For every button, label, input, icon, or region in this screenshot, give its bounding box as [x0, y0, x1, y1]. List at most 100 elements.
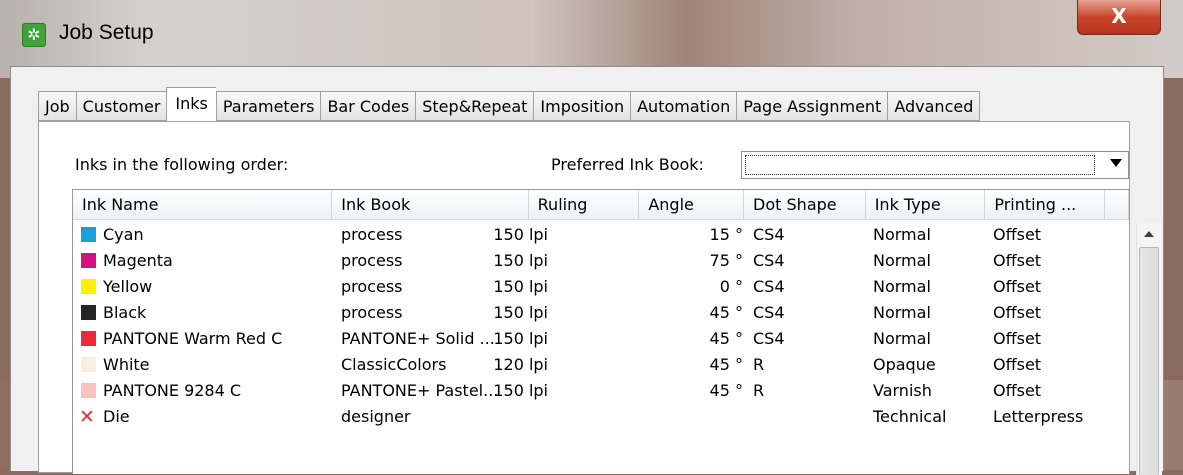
- column-header-ink-name[interactable]: Ink Name: [73, 190, 333, 220]
- cell-angle: 75 °: [709, 251, 743, 270]
- cell-ruling: 120 lpi: [493, 355, 548, 374]
- cell-book: PANTONE+ Pastel...: [341, 381, 499, 400]
- window-title: Job Setup: [59, 21, 154, 44]
- cell-angle: 45 °: [709, 303, 743, 322]
- cell-angle: 45 °: [709, 381, 743, 400]
- table-row[interactable]: Cyan process 150 lpi 15 ° CS4 Normal Offset: [73, 222, 1103, 248]
- scroll-thumb[interactable]: [1139, 247, 1159, 475]
- cell-name: White: [103, 355, 150, 374]
- cell-angle: 45 °: [709, 329, 743, 348]
- cell-name: Black: [103, 303, 147, 322]
- cell-name: PANTONE 9284 C: [103, 381, 242, 400]
- close-button[interactable]: X: [1077, 0, 1161, 35]
- tab-imposition[interactable]: Imposition: [533, 91, 631, 121]
- cell-printing: Offset: [993, 355, 1042, 374]
- cell-printing: Offset: [993, 251, 1042, 270]
- column-header-ink-book[interactable]: Ink Book: [332, 190, 529, 220]
- app-gear-icon: ✲: [22, 23, 46, 47]
- tab-automation[interactable]: Automation: [630, 91, 737, 121]
- table-row[interactable]: ✕ Die designer Technical Letterpress: [73, 404, 1103, 430]
- cell-dot: CS4: [753, 303, 785, 322]
- cell-ruling: 150 lpi: [493, 381, 548, 400]
- cell-ruling: 150 lpi: [493, 329, 548, 348]
- tab-page-assignment[interactable]: Page Assignment: [736, 91, 888, 121]
- column-header-dot-shape[interactable]: Dot Shape: [744, 190, 866, 220]
- cell-book: process: [341, 277, 403, 296]
- cell-type: Varnish: [873, 381, 932, 400]
- tab-advanced[interactable]: Advanced: [887, 91, 981, 121]
- cell-printing: Letterpress: [993, 407, 1084, 426]
- tab-job[interactable]: Job: [38, 91, 76, 121]
- table-row[interactable]: Magenta process 150 lpi 75 ° CS4 Normal Offset: [73, 248, 1103, 274]
- tab-parameters[interactable]: Parameters: [215, 91, 321, 121]
- cell-ruling: 150 lpi: [493, 225, 548, 244]
- column-header-angle[interactable]: Angle: [639, 190, 745, 220]
- cell-name: Magenta: [103, 251, 173, 270]
- cell-book: PANTONE+ Solid ...: [341, 329, 495, 348]
- cell-printing: Offset: [993, 381, 1042, 400]
- inks-table: Ink Name Ink Book Ruling Angle Dot Shape Ink …: [72, 189, 1162, 475]
- cell-angle: 0 °: [719, 277, 743, 296]
- background-left: [0, 380, 10, 470]
- cell-book: process: [341, 225, 403, 244]
- table-row[interactable]: White ClassicColors 120 lpi 45 ° R Opaque Offs…: [73, 352, 1103, 378]
- table-row[interactable]: PANTONE Warm Red C PANTONE+ Solid ... 150 …: [73, 326, 1103, 352]
- ink-color-swatch: [81, 227, 96, 242]
- tab-step-repeat[interactable]: Step&Repeat: [415, 91, 534, 121]
- cell-type: Normal: [873, 303, 931, 322]
- background-right: [1163, 380, 1183, 470]
- vertical-scrollbar[interactable]: [1136, 223, 1162, 475]
- table-row[interactable]: Black process 150 lpi 45 ° CS4 Normal Offset: [73, 300, 1103, 326]
- cell-angle: 15 °: [709, 225, 743, 244]
- cell-type: Normal: [873, 251, 931, 270]
- tab-inks[interactable]: Inks: [166, 87, 216, 121]
- cell-type: Opaque: [873, 355, 936, 374]
- cell-printing: Offset: [993, 277, 1042, 296]
- cell-type: Normal: [873, 329, 931, 348]
- x-cross-icon: ✕: [79, 406, 95, 428]
- cell-ruling: 150 lpi: [493, 251, 548, 270]
- ink-color-swatch: [81, 383, 96, 398]
- preferred-ink-book-label: Preferred Ink Book:: [551, 155, 704, 174]
- preferred-ink-book-value: [745, 155, 1095, 175]
- cell-type: Technical: [873, 407, 947, 426]
- cell-book: process: [341, 251, 403, 270]
- tab-bar-codes[interactable]: Bar Codes: [320, 91, 416, 121]
- inks-order-label: Inks in the following order:: [75, 155, 289, 174]
- cell-ruling: 150 lpi: [493, 277, 548, 296]
- inks-panel: Inks in the following order: Preferred I…: [38, 121, 1162, 475]
- ink-color-swatch: [81, 305, 96, 320]
- cell-dot: CS4: [753, 329, 785, 348]
- cell-dot: CS4: [753, 225, 785, 244]
- ink-color-swatch: [81, 357, 96, 372]
- cell-printing: Offset: [993, 303, 1042, 322]
- column-header-filler: [1105, 190, 1129, 220]
- ink-color-swatch: [81, 279, 96, 294]
- cell-type: Normal: [873, 225, 931, 244]
- ink-color-swatch: [81, 331, 96, 346]
- cell-type: Normal: [873, 277, 931, 296]
- scroll-up-icon[interactable]: [1137, 223, 1162, 245]
- column-header-ruling[interactable]: Ruling: [528, 190, 640, 220]
- cell-dot: CS4: [753, 251, 785, 270]
- cell-book: designer: [341, 407, 411, 426]
- cell-name: Cyan: [103, 225, 144, 244]
- cell-printing: Offset: [993, 329, 1042, 348]
- table-header: Ink Name Ink Book Ruling Angle Dot Shape Ink …: [73, 190, 1129, 220]
- cell-name: Yellow: [103, 277, 153, 296]
- cell-ruling: 150 lpi: [493, 303, 548, 322]
- chevron-down-icon[interactable]: [1110, 159, 1122, 167]
- column-header-printing[interactable]: Printing ...: [985, 190, 1106, 220]
- cell-book: ClassicColors: [341, 355, 447, 374]
- tab-customer[interactable]: Customer: [75, 91, 167, 121]
- preferred-ink-book-select[interactable]: [741, 151, 1129, 179]
- dialog-body: Job Customer Inks Parameters Bar Codes Step&R…: [10, 66, 1164, 475]
- cell-name: PANTONE Warm Red C: [103, 329, 283, 348]
- column-header-ink-type[interactable]: Ink Type: [865, 190, 986, 220]
- ink-color-swatch: [81, 253, 96, 268]
- cell-angle: 45 °: [709, 355, 743, 374]
- table-row[interactable]: Yellow process 150 lpi 0 ° CS4 Normal Offset: [73, 274, 1103, 300]
- table-row[interactable]: PANTONE 9284 C PANTONE+ Pastel... 150 lpi 4…: [73, 378, 1103, 404]
- cell-name: Die: [103, 407, 130, 426]
- cell-dot: R: [753, 381, 765, 400]
